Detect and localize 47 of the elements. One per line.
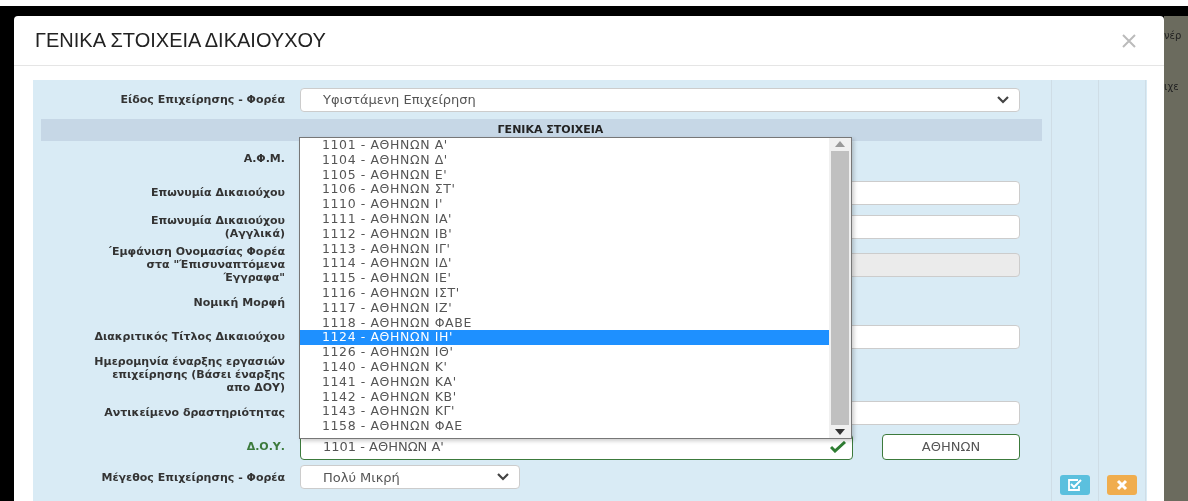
- dropdown-option[interactable]: 1115 - ΑΘΗΝΩΝ ΙΕ': [300, 271, 829, 286]
- business-type-select[interactable]: Υφιστάμενη Επιχείρηση: [300, 87, 1020, 112]
- close-icon: [1116, 479, 1128, 491]
- dropdown-option[interactable]: 1140 - ΑΘΗΝΩΝ Κ': [300, 359, 829, 375]
- dropdown-option[interactable]: 1126 - ΑΘΗΝΩΝ ΙΘ': [300, 345, 829, 360]
- dropdown-option[interactable]: 1118 - ΑΘΗΝΩΝ ΦΑΒΕ: [300, 315, 829, 331]
- field-label: Μέγεθος Επιχείρησης - Φορέα: [100, 470, 285, 484]
- checkbox-icon: [1068, 479, 1082, 491]
- dropdown-option[interactable]: 1158 - ΑΘΗΝΩΝ ΦΑΕ: [300, 419, 829, 434]
- caret-icon: [497, 473, 509, 481]
- caret-icon: [997, 95, 1009, 104]
- field-label: Είδος Επιχείρησης - Φορέα: [119, 93, 285, 106]
- field-label: Δ.Ο.Υ.: [245, 440, 285, 453]
- close-icon[interactable]: [1122, 33, 1136, 48]
- dropdown-option[interactable]: 1142 - ΑΘΗΝΩΝ ΚΒ': [300, 389, 829, 405]
- dropdown-option[interactable]: 1114 - ΑΘΗΝΩΝ ΙΔ': [300, 256, 829, 272]
- background-text: ιχε: [1164, 81, 1180, 92]
- background-text: νέρ: [1164, 30, 1183, 41]
- section-header: ΓΕΝΙΚΑ ΣΤΟΙΧΕΙΑ: [41, 119, 1042, 141]
- field-label: Επωνυμία Δικαιούχου: [150, 186, 285, 199]
- field-label: Διακριτικός Τίτλος Δικαιούχου: [93, 330, 285, 343]
- dropdown-option[interactable]: 1143 - ΑΘΗΝΩΝ ΚΓ': [300, 404, 829, 420]
- field-label: ΄Εμφάνιση Ονομασίας Φορέα στα "Έπισυναπτόμενα Έγγραφα": [106, 245, 285, 284]
- dropdown-option[interactable]: 1106 - ΑΘΗΝΩΝ ΣΤ': [300, 182, 829, 198]
- dropdown-option[interactable]: 1117 - ΑΘΗΝΩΝ ΙΖ': [300, 300, 829, 316]
- confirm-button[interactable]: [1060, 475, 1090, 495]
- dropdown-option[interactable]: 1113 - ΑΘΗΝΩΝ ΙΓ': [300, 241, 829, 257]
- checkmark-icon: [830, 440, 846, 453]
- dropdown-option[interactable]: 1116 - ΑΘΗΝΩΝ ΙΣΤ': [300, 285, 829, 301]
- scrollbar[interactable]: [829, 138, 851, 438]
- dropdown-option[interactable]: 1111 - ΑΘΗΝΩΝ ΙΑ': [300, 212, 829, 227]
- dropdown-option[interactable]: 1101 - ΑΘΗΝΩΝ Α': [300, 138, 829, 153]
- dropdown-option[interactable]: 1141 - ΑΘΗΝΩΝ ΚΑ': [300, 374, 829, 390]
- field-label: Α.Φ.Μ.: [242, 152, 285, 165]
- field-label: Αντικείμενο δραστηριότητας: [103, 406, 285, 419]
- dropdown-option[interactable]: 1105 - ΑΘΗΝΩΝ Ε': [300, 167, 829, 183]
- field-label: Επωνυμία Δικαιούχου (Αγγλικά): [150, 213, 285, 240]
- scroll-down-icon[interactable]: [835, 429, 845, 435]
- dialog-title: ΓΕΝΙΚΑ ΣΤΟΙΧΕΙΑ ΔΙΚΑΙΟΥΧΟΥ: [35, 29, 326, 52]
- field-label: Νομική Μορφή: [192, 296, 285, 309]
- dropdown-option[interactable]: 1110 - ΑΘΗΝΩΝ Ι': [300, 197, 829, 212]
- size-select[interactable]: Πολύ Μικρή: [300, 465, 520, 489]
- city-field: ΑΘΗΝΩΝ: [882, 433, 1020, 460]
- dropdown-option[interactable]: 1112 - ΑΘΗΝΩΝ ΙΒ': [300, 226, 829, 242]
- cancel-button[interactable]: [1107, 475, 1137, 495]
- dropdown-option[interactable]: 1104 - ΑΘΗΝΩΝ Δ': [300, 152, 829, 168]
- field-label: Ημερομηνία έναρξης εργασιών επιχείρησης (Βάσει έναρξης απο ΔΟΥ): [93, 355, 285, 394]
